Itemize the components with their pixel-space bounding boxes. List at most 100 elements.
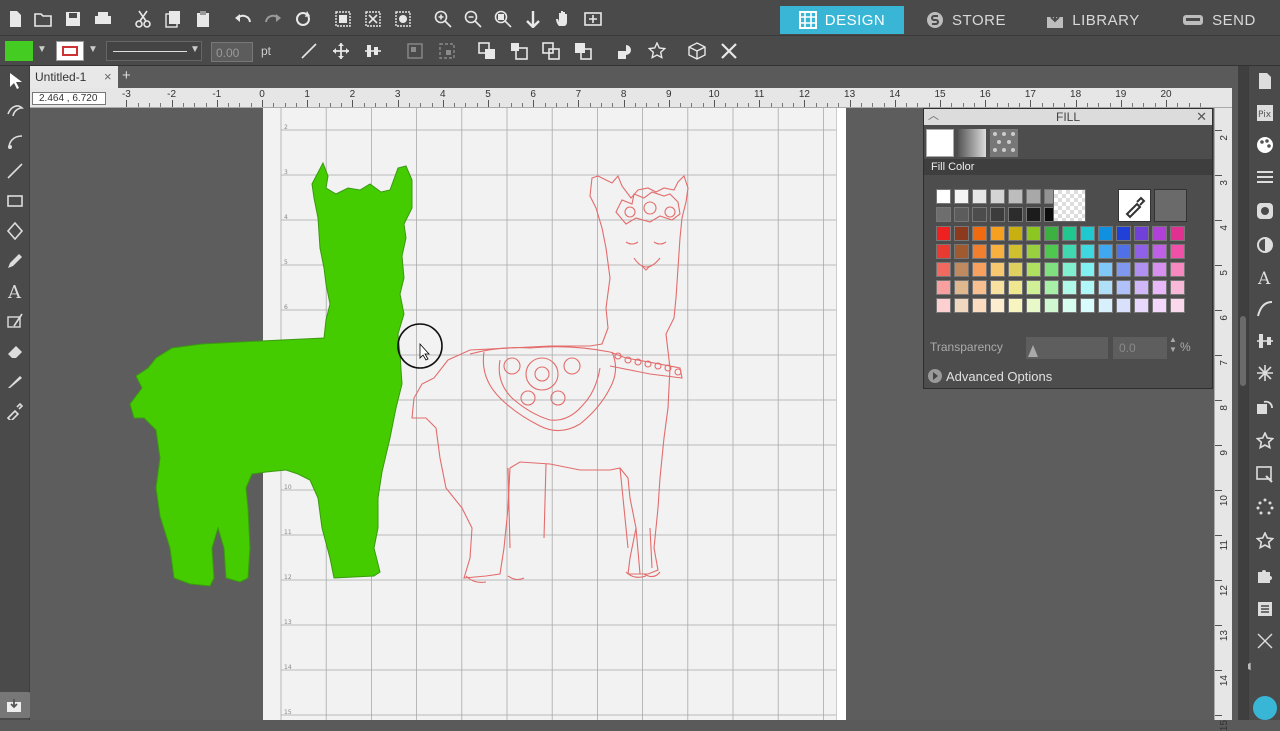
zoom-in-icon[interactable] bbox=[432, 8, 454, 30]
paste-icon[interactable] bbox=[192, 8, 214, 30]
bring-forward-icon[interactable] bbox=[508, 40, 530, 62]
offset-icon[interactable] bbox=[1254, 298, 1276, 320]
line-style-icon[interactable] bbox=[1254, 166, 1276, 188]
align-panel-icon[interactable] bbox=[1254, 330, 1276, 352]
color-swatch[interactable] bbox=[1116, 280, 1131, 295]
color-swatch[interactable] bbox=[990, 226, 1005, 241]
color-swatch[interactable] bbox=[1134, 262, 1149, 277]
color-swatch[interactable] bbox=[1080, 298, 1095, 313]
gray-swatch[interactable] bbox=[1026, 207, 1041, 222]
zoom-select-icon[interactable] bbox=[492, 8, 514, 30]
deselect-icon[interactable] bbox=[362, 8, 384, 30]
knife-icon[interactable] bbox=[4, 370, 26, 392]
line-style-select[interactable]: ▼ bbox=[106, 41, 202, 61]
color-swatch[interactable] bbox=[990, 280, 1005, 295]
zoom-fit-icon[interactable] bbox=[522, 8, 544, 30]
color-swatch[interactable] bbox=[1080, 262, 1095, 277]
color-swatch[interactable] bbox=[1044, 298, 1059, 313]
gray-swatch[interactable] bbox=[1026, 189, 1041, 204]
select-all-icon[interactable] bbox=[332, 8, 354, 30]
star-outline-icon[interactable] bbox=[1254, 530, 1276, 552]
gray-swatch[interactable] bbox=[990, 189, 1005, 204]
fill-pattern-tab[interactable] bbox=[990, 129, 1018, 157]
color-swatch[interactable] bbox=[1098, 244, 1113, 259]
pink-llama-outline[interactable] bbox=[411, 174, 689, 583]
color-swatch[interactable] bbox=[1170, 226, 1185, 241]
more-colors-swatch[interactable] bbox=[1154, 189, 1187, 222]
tab-store[interactable]: STORE bbox=[904, 6, 1028, 34]
line-tool-icon[interactable] bbox=[298, 40, 320, 62]
color-swatch[interactable] bbox=[1170, 262, 1185, 277]
transform-icon[interactable] bbox=[1254, 396, 1276, 418]
gray-swatch[interactable] bbox=[1008, 189, 1023, 204]
color-swatch[interactable] bbox=[1062, 244, 1077, 259]
line-width-input[interactable]: 0.00 bbox=[211, 42, 253, 62]
color-swatch[interactable] bbox=[1044, 280, 1059, 295]
color-swatch[interactable] bbox=[1062, 280, 1077, 295]
color-swatch[interactable] bbox=[1080, 280, 1095, 295]
star-shape-icon[interactable] bbox=[646, 40, 668, 62]
color-swatch[interactable] bbox=[1008, 226, 1023, 241]
edit-points-icon[interactable] bbox=[4, 100, 26, 122]
green-llama-shape[interactable] bbox=[129, 161, 413, 587]
color-swatch[interactable] bbox=[990, 298, 1005, 313]
page-setup-icon[interactable] bbox=[1254, 70, 1276, 92]
color-swatch[interactable] bbox=[1152, 280, 1167, 295]
favorite-star-icon[interactable] bbox=[1254, 430, 1276, 452]
open-folder-icon[interactable] bbox=[32, 8, 54, 30]
color-swatch[interactable] bbox=[1044, 262, 1059, 277]
color-swatch[interactable] bbox=[1062, 262, 1077, 277]
tab-library[interactable]: LIBRARY bbox=[1030, 6, 1156, 34]
color-swatch[interactable] bbox=[990, 262, 1005, 277]
gray-swatch[interactable] bbox=[1008, 207, 1023, 222]
fill-color-swatch[interactable] bbox=[5, 41, 33, 61]
zoom-out-icon[interactable] bbox=[462, 8, 484, 30]
color-swatch[interactable] bbox=[1098, 226, 1113, 241]
transparency-slider[interactable] bbox=[1026, 337, 1108, 359]
silhouette-logo-icon[interactable] bbox=[1253, 696, 1277, 720]
color-swatch[interactable] bbox=[990, 244, 1005, 259]
library-panel-icon[interactable] bbox=[1254, 598, 1276, 620]
advanced-options-expand-icon[interactable] bbox=[928, 369, 942, 383]
color-swatch[interactable] bbox=[972, 298, 987, 313]
fill-color-dropdown-icon[interactable]: ▼ bbox=[37, 44, 47, 55]
color-swatch[interactable] bbox=[1008, 280, 1023, 295]
puzzle-icon[interactable] bbox=[1254, 564, 1276, 586]
color-swatch[interactable] bbox=[1134, 280, 1149, 295]
color-swatch[interactable] bbox=[936, 226, 951, 241]
fit-page-icon[interactable] bbox=[582, 8, 604, 30]
color-swatch[interactable] bbox=[1170, 244, 1185, 259]
redo-icon[interactable] bbox=[262, 8, 284, 30]
color-swatch[interactable] bbox=[1098, 262, 1113, 277]
close-panel-icon[interactable]: ✕ bbox=[1196, 109, 1207, 125]
eraser-icon[interactable] bbox=[4, 340, 26, 362]
sketch-icon[interactable] bbox=[1254, 200, 1276, 222]
weld-icon[interactable] bbox=[614, 40, 636, 62]
color-swatch[interactable] bbox=[1044, 244, 1059, 259]
pencil-icon[interactable] bbox=[4, 250, 26, 272]
color-swatch[interactable] bbox=[972, 262, 987, 277]
pixscan-icon[interactable]: Pix bbox=[1254, 102, 1276, 124]
replicate-icon[interactable] bbox=[1254, 362, 1276, 384]
color-swatch[interactable] bbox=[1026, 226, 1041, 241]
collapse-panel-icon[interactable]: ︿ bbox=[928, 108, 939, 124]
transparency-circle-icon[interactable] bbox=[1254, 234, 1276, 256]
close-x-icon[interactable] bbox=[718, 40, 740, 62]
polygon-icon[interactable] bbox=[4, 220, 26, 242]
color-swatch[interactable] bbox=[954, 226, 969, 241]
color-swatch[interactable] bbox=[936, 244, 951, 259]
color-swatch[interactable] bbox=[1098, 280, 1113, 295]
knife-edit-icon[interactable] bbox=[4, 310, 26, 332]
eyedropper-icon[interactable] bbox=[4, 400, 26, 422]
panel-scrollbar-thumb[interactable] bbox=[1240, 316, 1246, 386]
advanced-options-label[interactable]: Advanced Options bbox=[946, 369, 1052, 384]
text-style-icon[interactable]: A bbox=[1254, 266, 1276, 288]
color-swatch[interactable] bbox=[1044, 226, 1059, 241]
color-swatch[interactable] bbox=[1026, 298, 1041, 313]
fill-solid-tab[interactable] bbox=[926, 129, 954, 157]
color-swatch[interactable] bbox=[1026, 262, 1041, 277]
bring-to-front-icon[interactable] bbox=[476, 40, 498, 62]
gray-swatch[interactable] bbox=[990, 207, 1005, 222]
color-swatch[interactable] bbox=[1062, 226, 1077, 241]
gray-swatch[interactable] bbox=[972, 189, 987, 204]
